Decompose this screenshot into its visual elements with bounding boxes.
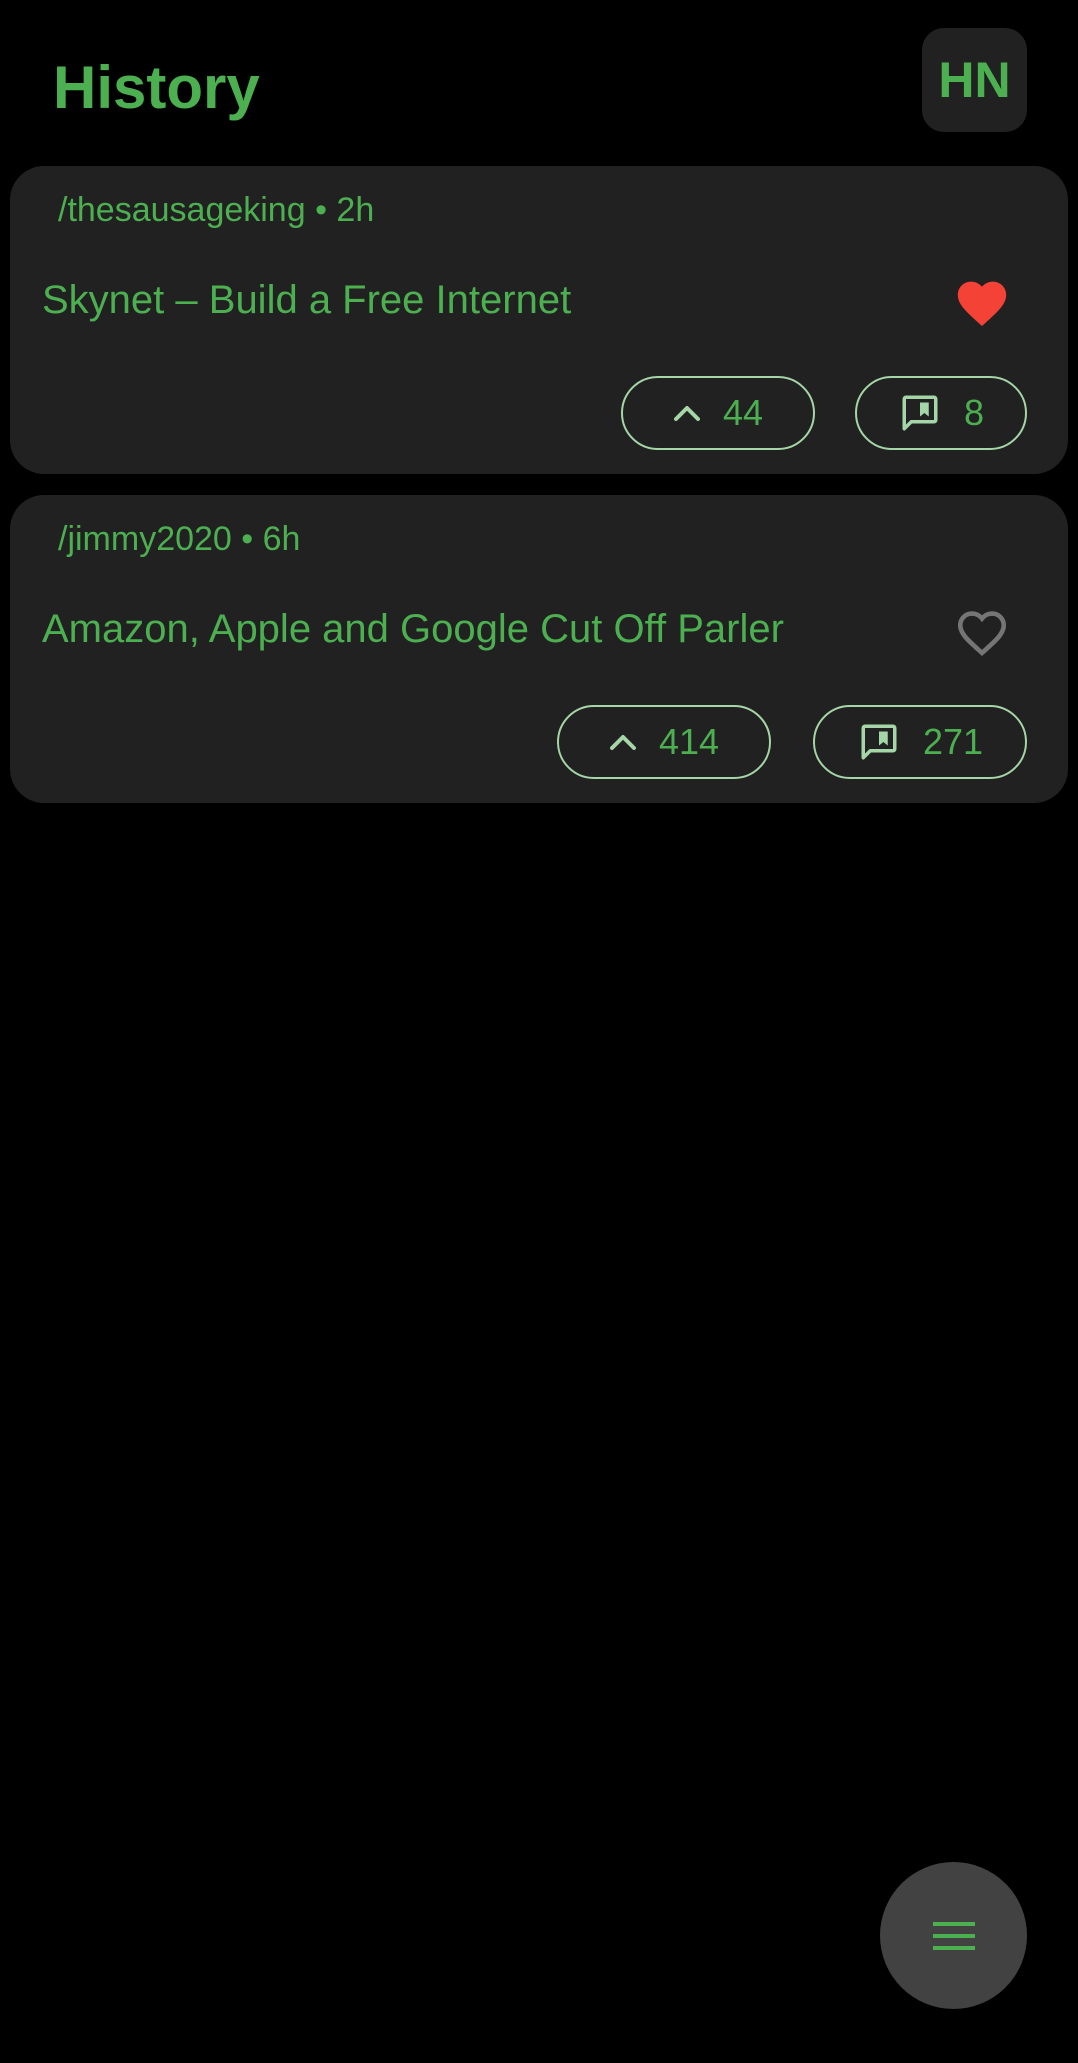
upvote-button[interactable]: 44 [621, 376, 815, 450]
comments-button[interactable]: 8 [855, 376, 1027, 450]
comments-button[interactable]: 271 [813, 705, 1027, 779]
favorite-button[interactable] [952, 273, 1012, 329]
score-count: 414 [658, 721, 720, 762]
story-meta: /thesausageking • 2h [58, 191, 375, 229]
comment-count: 271 [922, 721, 984, 762]
story-list: /thesausageking • 2h Skynet – Build a Fr… [10, 166, 1068, 824]
heart-outline-icon [957, 611, 1007, 657]
menu-fab[interactable] [880, 1862, 1027, 2009]
app-header: History HN [0, 0, 1078, 160]
favorite-button[interactable] [952, 602, 1012, 658]
story-title[interactable]: Skynet – Build a Free Internet [42, 276, 571, 324]
comment-bookmark-icon [857, 721, 901, 763]
heart-filled-icon [957, 281, 1007, 327]
page-title: History [53, 54, 260, 121]
story-card[interactable]: /jimmy2020 • 6h Amazon, Apple and Google… [10, 495, 1068, 803]
story-meta: /jimmy2020 • 6h [58, 520, 301, 558]
story-title[interactable]: Amazon, Apple and Google Cut Off Parler [42, 605, 784, 653]
menu-icon [932, 1921, 975, 1950]
score-count: 44 [722, 392, 764, 433]
comment-bookmark-icon [898, 392, 942, 434]
chevron-up-icon [609, 732, 637, 752]
upvote-button[interactable]: 414 [557, 705, 771, 779]
story-card[interactable]: /thesausageking • 2h Skynet – Build a Fr… [10, 166, 1068, 474]
comment-count: 8 [963, 392, 985, 433]
hn-logo-button[interactable]: HN [922, 28, 1027, 132]
chevron-up-icon [673, 403, 701, 423]
